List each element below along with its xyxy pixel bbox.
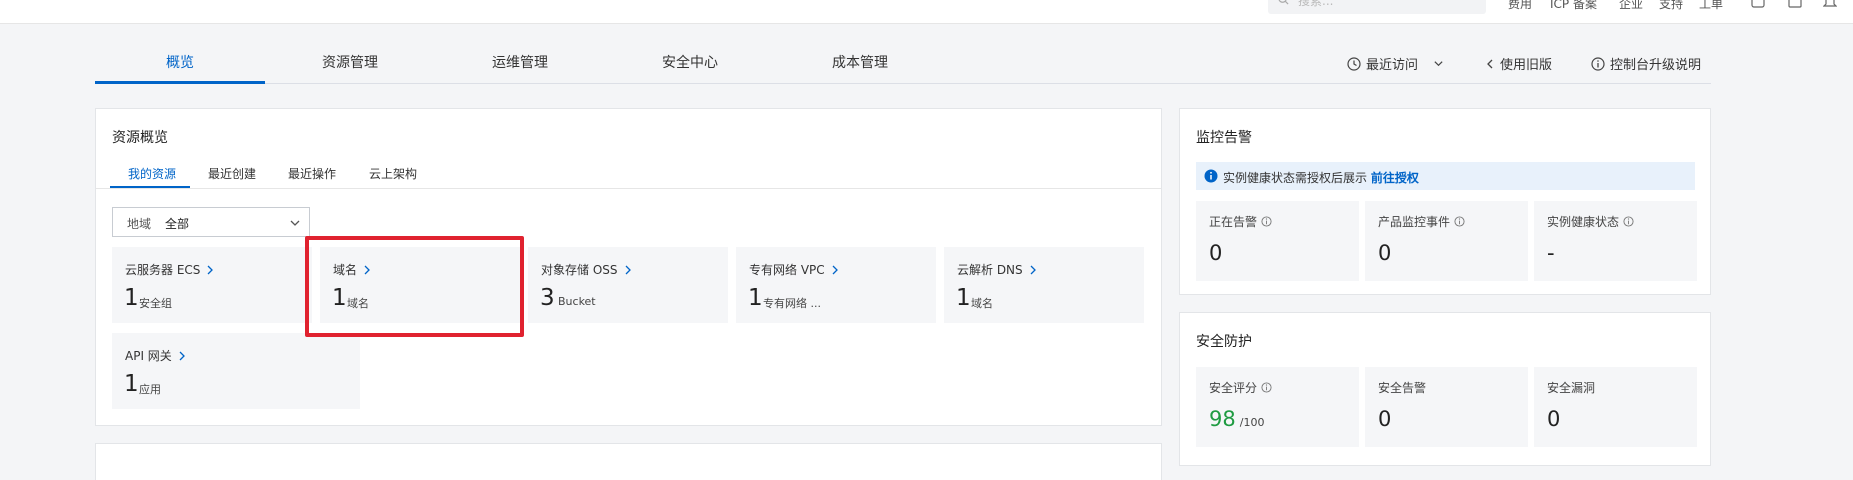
old-version-link[interactable]: 使用旧版 xyxy=(1485,54,1552,73)
info-icon xyxy=(1261,216,1272,227)
bell-icon[interactable] xyxy=(1823,0,1837,8)
stat-value: - xyxy=(1547,241,1555,265)
tile-unit: 应用 xyxy=(139,383,161,396)
tile-unit: Bucket xyxy=(558,295,596,308)
stat-label: 安全漏洞 xyxy=(1547,381,1596,395)
stat-active-alarms[interactable]: 正在告警 0 xyxy=(1196,201,1359,281)
tile-unit: 域名 xyxy=(971,297,993,310)
chevron-down-icon xyxy=(290,220,300,226)
info-icon xyxy=(1454,216,1465,227)
auth-notice-text: 实例健康状态需授权后展示 xyxy=(1223,171,1368,185)
stat-value: 0 xyxy=(1547,407,1561,431)
subtab-recently-created[interactable]: 最近创建 xyxy=(208,165,256,182)
tile-count: 1 xyxy=(956,285,971,311)
top-link-ticket[interactable]: 工单 xyxy=(1699,0,1723,12)
resource-tile-api-gateway[interactable]: API 网关 1 应用 xyxy=(112,333,360,409)
region-value: 全部 xyxy=(165,217,190,231)
tile-count: 1 xyxy=(124,285,139,311)
top-link-billing[interactable]: 费用 xyxy=(1508,0,1532,12)
chevron-right-icon xyxy=(1030,265,1036,274)
monitoring-title: 监控告警 xyxy=(1196,130,1252,146)
tab-resource-management[interactable]: 资源管理 xyxy=(265,42,435,84)
resource-tile-oss[interactable]: 对象存储 OSS 3 Bucket xyxy=(528,247,728,323)
active-subtab-indicator xyxy=(110,186,190,188)
stat-label: 正在告警 xyxy=(1209,215,1258,229)
info-filled-icon xyxy=(1204,169,1218,183)
tile-unit: 安全组 xyxy=(139,297,172,310)
stat-security-alerts[interactable]: 安全告警 0 xyxy=(1365,367,1528,447)
resource-overview-title: 资源概览 xyxy=(112,130,168,146)
resource-tile-vpc[interactable]: 专有网络 VPC 1 专有网络 ... xyxy=(736,247,936,323)
stat-label: 安全告警 xyxy=(1378,381,1427,395)
tile-name: 云服务器 ECS xyxy=(125,263,201,277)
main-nav: 概览 资源管理 运维管理 安全中心 成本管理 最近访问 使用旧版 控制台升级说明 xyxy=(95,42,1711,84)
stat-label: 产品监控事件 xyxy=(1378,215,1451,229)
upgrade-notes-label: 控制台升级说明 xyxy=(1610,58,1702,73)
recent-visits-label: 最近访问 xyxy=(1366,58,1419,73)
stat-vulnerabilities[interactable]: 安全漏洞 0 xyxy=(1534,367,1697,447)
top-link-support[interactable]: 支持 xyxy=(1659,0,1683,12)
subtab-my-resources[interactable]: 我的资源 xyxy=(128,165,176,182)
upgrade-notes-link[interactable]: 控制台升级说明 xyxy=(1591,54,1701,73)
stat-value: 0 xyxy=(1378,407,1392,431)
tab-overview[interactable]: 概览 xyxy=(95,42,265,84)
chevron-right-icon xyxy=(179,351,185,360)
help-icon[interactable] xyxy=(1751,0,1765,8)
tab-security-center[interactable]: 安全中心 xyxy=(605,42,775,84)
search-icon xyxy=(1278,0,1289,5)
security-score-max: /100 xyxy=(1239,416,1265,429)
chevron-down-icon xyxy=(1434,61,1443,67)
old-version-label: 使用旧版 xyxy=(1500,58,1553,73)
security-card: 安全防护 安全评分 98/100 安全告警 0 安全漏洞 0 xyxy=(1179,312,1711,466)
chevron-right-icon xyxy=(207,265,214,274)
tile-name: 云解析 DNS xyxy=(957,263,1023,277)
tab-cost-management[interactable]: 成本管理 xyxy=(775,42,945,84)
search-placeholder: 搜索... xyxy=(1298,0,1334,8)
security-score-value: 98 xyxy=(1209,407,1236,431)
tab-ops-management[interactable]: 运维管理 xyxy=(435,42,605,84)
resource-tile-dns[interactable]: 云解析 DNS 1 域名 xyxy=(944,247,1144,323)
stat-value: 0 xyxy=(1209,241,1223,265)
region-label: 地域 xyxy=(127,217,152,231)
stat-instance-health[interactable]: 实例健康状态 - xyxy=(1534,201,1697,281)
monitoring-card: 监控告警 实例健康状态需授权后展示 前往授权 正在告警 0 产品监控事件 0 实… xyxy=(1179,108,1711,295)
stat-value: 0 xyxy=(1378,241,1392,265)
tile-name: API 网关 xyxy=(125,349,172,363)
chevron-right-icon xyxy=(832,265,838,274)
region-select[interactable]: 地域 全部 xyxy=(112,207,310,237)
stat-monitor-events[interactable]: 产品监控事件 0 xyxy=(1365,201,1528,281)
info-icon xyxy=(1261,382,1272,393)
security-title: 安全防护 xyxy=(1196,334,1252,350)
tile-name: 专有网络 VPC xyxy=(749,263,825,277)
stat-label: 安全评分 xyxy=(1209,381,1258,395)
recent-visits-dropdown[interactable]: 最近访问 xyxy=(1347,54,1444,73)
active-tab-indicator xyxy=(95,81,265,84)
tile-count: 1 xyxy=(124,371,139,397)
highlight-box xyxy=(305,236,524,337)
tile-count: 3 xyxy=(540,285,555,311)
top-link-enterprise[interactable]: 企业 xyxy=(1619,0,1643,12)
resource-tile-ecs[interactable]: 云服务器 ECS 1 安全组 xyxy=(112,247,312,323)
info-icon xyxy=(1591,56,1605,71)
top-bar: 搜索... 费用 ICP 备案 企业 支持 工单 xyxy=(0,0,1853,24)
tile-count: 1 xyxy=(748,285,763,311)
chevron-right-icon xyxy=(625,265,631,274)
stat-security-score[interactable]: 安全评分 98/100 xyxy=(1196,367,1359,447)
bottom-card xyxy=(95,443,1162,480)
info-icon xyxy=(1623,216,1634,227)
message-icon[interactable] xyxy=(1788,0,1802,8)
chevron-left-icon xyxy=(1487,59,1493,68)
global-search-input[interactable]: 搜索... xyxy=(1268,0,1486,14)
auth-notice: 实例健康状态需授权后展示 前往授权 xyxy=(1196,162,1695,190)
subtab-recent-operations[interactable]: 最近操作 xyxy=(288,165,336,182)
clock-icon xyxy=(1347,56,1361,71)
subtab-cloud-architecture[interactable]: 云上架构 xyxy=(369,165,417,182)
resource-overview-card: 资源概览 我的资源 最近创建 最近操作 云上架构 地域 全部 云服务器 ECS … xyxy=(95,108,1162,426)
authorize-link[interactable]: 前往授权 xyxy=(1371,171,1419,185)
tile-name: 对象存储 OSS xyxy=(541,263,618,277)
tile-unit: 专有网络 ... xyxy=(763,297,821,310)
top-link-icp[interactable]: ICP 备案 xyxy=(1550,0,1597,12)
resource-sub-tabs: 我的资源 最近创建 最近操作 云上架构 xyxy=(96,159,1161,189)
stat-label: 实例健康状态 xyxy=(1547,215,1620,229)
